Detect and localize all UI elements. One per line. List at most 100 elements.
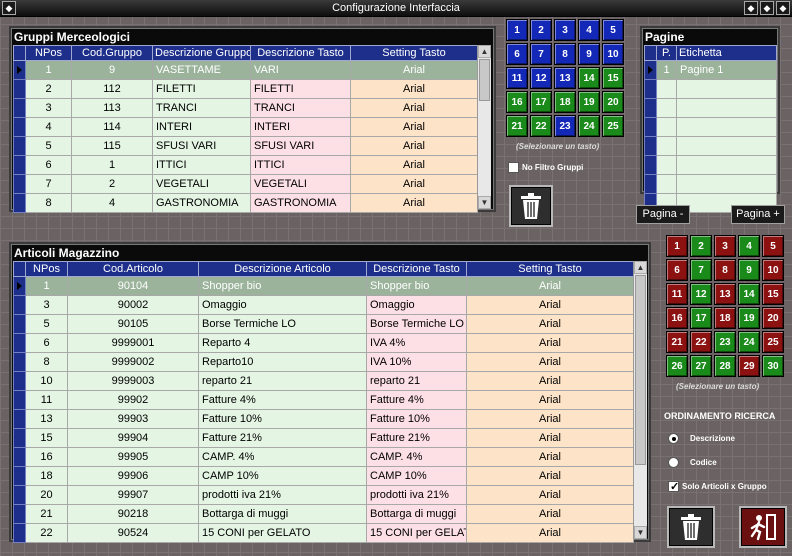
key-20[interactable]: 20 xyxy=(762,307,784,329)
key-24[interactable]: 24 xyxy=(738,331,760,353)
key-13[interactable]: 13 xyxy=(554,67,576,89)
radio-codice-dot[interactable] xyxy=(668,457,679,468)
cell-descrizione-articolo[interactable]: reparto 21 xyxy=(198,371,367,391)
cell-descrizione-articolo[interactable]: Fatture 21% xyxy=(198,428,367,448)
row-selector[interactable] xyxy=(13,390,26,410)
cell-npos[interactable]: 8 xyxy=(25,193,72,213)
key-26[interactable]: 26 xyxy=(666,355,688,377)
cell-p[interactable] xyxy=(656,136,677,156)
cell-cod-gruppo[interactable]: 113 xyxy=(71,98,153,118)
key-23[interactable]: 23 xyxy=(554,115,576,137)
table-row[interactable]: 10 9999003 reparto 21 reparto 21 Arial xyxy=(13,371,634,391)
cell-setting-tasto[interactable]: Arial xyxy=(350,60,478,80)
key-19[interactable]: 19 xyxy=(738,307,760,329)
table-row[interactable] xyxy=(644,117,777,137)
cell-setting-tasto[interactable]: Arial xyxy=(350,193,478,213)
radio-descrizione-dot[interactable] xyxy=(668,433,679,444)
cell-npos[interactable]: 20 xyxy=(25,485,68,505)
cell-cod-articolo[interactable]: 90218 xyxy=(67,504,199,524)
row-selector[interactable] xyxy=(13,333,26,353)
col-header-descrizione-gruppo[interactable]: Descrizione Gruppo xyxy=(152,45,251,61)
row-selector[interactable] xyxy=(13,117,26,137)
no-filtro-gruppi-checkbox[interactable]: No Filtro Gruppi xyxy=(508,162,583,173)
cell-descrizione-gruppo[interactable]: ITTICI xyxy=(152,155,251,175)
key-22[interactable]: 22 xyxy=(690,331,712,353)
key-28[interactable]: 28 xyxy=(714,355,736,377)
key-9[interactable]: 9 xyxy=(578,43,600,65)
row-selector[interactable] xyxy=(644,79,657,99)
cell-descrizione-tasto[interactable]: VARI xyxy=(250,60,351,80)
cell-p[interactable]: 1 xyxy=(656,60,677,80)
scroll-down-icon[interactable]: ▼ xyxy=(634,526,647,539)
col-header-setting-tasto[interactable]: Setting Tasto xyxy=(466,261,634,277)
exit-button[interactable] xyxy=(739,506,787,548)
cell-setting-tasto[interactable]: Arial xyxy=(466,485,634,505)
radio-codice[interactable]: Codice xyxy=(668,457,717,468)
cell-descrizione-gruppo[interactable]: VASETTAME xyxy=(152,60,251,80)
cell-etichetta[interactable] xyxy=(676,98,777,118)
table-row[interactable] xyxy=(644,174,777,194)
cell-cod-articolo[interactable]: 99906 xyxy=(67,466,199,486)
col-header-cod-articolo[interactable]: Cod.Articolo xyxy=(67,261,199,277)
cell-descrizione-tasto[interactable]: ITTICI xyxy=(250,155,351,175)
key-21[interactable]: 21 xyxy=(506,115,528,137)
cell-descrizione-tasto[interactable]: TRANCI xyxy=(250,98,351,118)
cell-p[interactable] xyxy=(656,174,677,194)
cell-setting-tasto[interactable]: Arial xyxy=(350,98,478,118)
row-selector[interactable] xyxy=(13,428,26,448)
table-row[interactable]: 13 99903 Fatture 10% Fatture 10% Arial xyxy=(13,409,634,429)
cell-setting-tasto[interactable]: Arial xyxy=(466,295,634,315)
cell-cod-articolo[interactable]: 9999001 xyxy=(67,333,199,353)
key-1[interactable]: 1 xyxy=(506,19,528,41)
table-row[interactable]: 11 99902 Fatture 4% Fatture 4% Arial xyxy=(13,390,634,410)
no-filtro-gruppi-box[interactable] xyxy=(508,162,519,173)
cell-npos[interactable]: 4 xyxy=(25,117,72,137)
col-header-npos[interactable]: NPos xyxy=(25,261,68,277)
cell-descrizione-articolo[interactable]: Fatture 4% xyxy=(198,390,367,410)
cell-descrizione-tasto[interactable]: Omaggio xyxy=(366,295,467,315)
table-row[interactable] xyxy=(644,136,777,156)
col-header-descrizione-tasto[interactable]: Descrizione Tasto xyxy=(250,45,351,61)
key-6[interactable]: 6 xyxy=(506,43,528,65)
col-header-npos[interactable]: NPos xyxy=(25,45,72,61)
cell-etichetta[interactable] xyxy=(676,174,777,194)
cell-setting-tasto[interactable]: Arial xyxy=(466,352,634,372)
cell-descrizione-tasto[interactable]: IVA 10% xyxy=(366,352,467,372)
row-selector[interactable] xyxy=(644,174,657,194)
cell-cod-articolo[interactable]: 99903 xyxy=(67,409,199,429)
cell-cod-articolo[interactable]: 90105 xyxy=(67,314,199,334)
row-selector[interactable] xyxy=(13,371,26,391)
cell-descrizione-tasto[interactable]: VEGETALI xyxy=(250,174,351,194)
key-27[interactable]: 27 xyxy=(690,355,712,377)
row-selector[interactable] xyxy=(644,60,657,80)
cell-setting-tasto[interactable]: Arial xyxy=(350,117,478,137)
row-selector[interactable] xyxy=(13,409,26,429)
cell-setting-tasto[interactable]: Arial xyxy=(350,155,478,175)
cell-npos[interactable]: 7 xyxy=(25,174,72,194)
key-29[interactable]: 29 xyxy=(738,355,760,377)
cell-setting-tasto[interactable]: Arial xyxy=(466,504,634,524)
key-7[interactable]: 7 xyxy=(690,259,712,281)
col-header-setting-tasto[interactable]: Setting Tasto xyxy=(350,45,478,61)
cell-descrizione-articolo[interactable]: prodotti iva 21% xyxy=(198,485,367,505)
cell-descrizione-tasto[interactable]: SFUSI VARI xyxy=(250,136,351,156)
cell-npos[interactable]: 13 xyxy=(25,409,68,429)
key-2[interactable]: 2 xyxy=(530,19,552,41)
key-1[interactable]: 1 xyxy=(666,235,688,257)
cell-descrizione-tasto[interactable]: IVA 4% xyxy=(366,333,467,353)
close-icon[interactable]: ◆ xyxy=(776,1,790,15)
cell-descrizione-tasto[interactable]: 15 CONI per GELAT xyxy=(366,523,467,543)
row-selector[interactable] xyxy=(13,295,26,315)
cell-descrizione-gruppo[interactable]: VEGETALI xyxy=(152,174,251,194)
key-5[interactable]: 5 xyxy=(762,235,784,257)
key-12[interactable]: 12 xyxy=(690,283,712,305)
cell-descrizione-gruppo[interactable]: INTERI xyxy=(152,117,251,137)
table-row[interactable]: 3 90002 Omaggio Omaggio Arial xyxy=(13,295,634,315)
key-14[interactable]: 14 xyxy=(738,283,760,305)
key-19[interactable]: 19 xyxy=(578,91,600,113)
solo-articoli-box[interactable] xyxy=(668,480,679,493)
cell-cod-articolo[interactable]: 99902 xyxy=(67,390,199,410)
cell-cod-gruppo[interactable]: 4 xyxy=(71,193,153,213)
cell-descrizione-articolo[interactable]: CAMP 10% xyxy=(198,466,367,486)
cell-npos[interactable]: 6 xyxy=(25,155,72,175)
